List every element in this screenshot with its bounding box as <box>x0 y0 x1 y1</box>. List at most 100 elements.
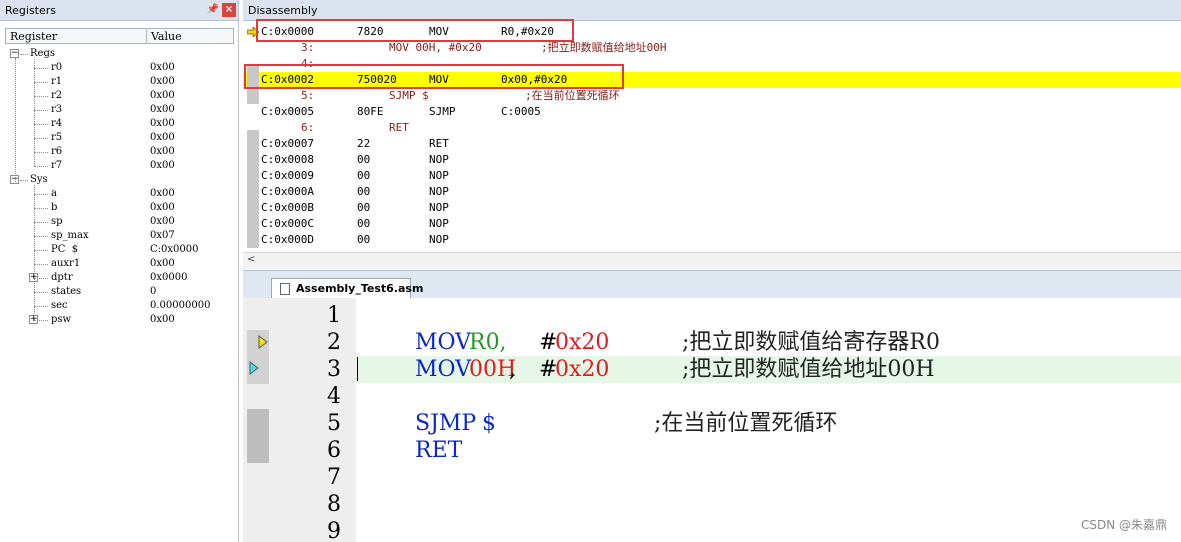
line-number: 2 <box>327 330 341 355</box>
register-column-header[interactable]: Register <box>10 30 57 43</box>
tree-connector <box>34 250 48 251</box>
register-value[interactable]: 0x00 <box>150 117 175 131</box>
tree-connector <box>34 138 48 139</box>
tree-connector <box>34 278 48 279</box>
tab-label: Assembly_Test6.asm <box>296 282 424 295</box>
register-value[interactable]: 0x00 <box>150 215 175 229</box>
code-text: , <box>509 357 516 382</box>
code-line-6[interactable]: RET <box>356 437 1181 464</box>
disassembly-source-row[interactable]: 3: MOV 00H, #0x20 ;把立即数赋值给地址00H <box>243 40 1181 56</box>
disassembly-source-row[interactable]: 5: SJMP $ ;在当前位置死循环 <box>243 88 1181 104</box>
instruction-bytes: 80FE <box>357 105 384 118</box>
register-name: states <box>51 286 82 297</box>
register-value[interactable]: 0x00 <box>150 61 175 75</box>
instruction-bytes: 00 <box>357 169 371 182</box>
code-line-5[interactable]: SJMP $ ;在当前位置死循环 <box>356 410 1181 437</box>
disassembly-instruction-row[interactable]: C:0x000D 00 NOP <box>243 232 1181 248</box>
register-name: r0 <box>51 62 63 73</box>
line-number: 4 <box>327 384 341 409</box>
instruction-bytes: 00 <box>357 233 371 246</box>
source-line-comment: ;在当前位置死循环 <box>525 89 620 102</box>
instruction-mnemonic: NOP <box>429 153 449 166</box>
tree-connector <box>34 306 48 307</box>
register-value[interactable]: 0 <box>150 285 156 299</box>
highlight-box-instruction-1 <box>256 19 574 42</box>
register-name: psw <box>51 314 72 325</box>
code-line-7[interactable] <box>356 464 1181 491</box>
disassembly-horizontal-scrollbar[interactable]: < <box>243 252 1181 269</box>
disassembly-instruction-row[interactable]: C:0x000A 00 NOP <box>243 184 1181 200</box>
source-line-number: 5: <box>301 89 315 102</box>
instruction-address: C:0x0008 <box>261 153 314 166</box>
code-editor[interactable]: MOV R0, #0x20 ;把立即数赋值给寄存器R0 MOV 00H, #0x20 ;把立即… <box>243 298 1181 542</box>
register-value[interactable]: 0x00 <box>150 187 175 201</box>
disassembly-instruction-row[interactable]: C:0x000B 00 NOP <box>243 200 1181 216</box>
close-icon[interactable]: × <box>222 3 236 17</box>
register-name: sp <box>51 216 63 227</box>
register-value[interactable]: 0x00 <box>150 159 175 173</box>
code-keyword: $ <box>482 411 496 436</box>
register-value[interactable]: 0x00 <box>150 103 175 117</box>
disassembly-instruction-row[interactable]: C:0x0007 22 RET <box>243 136 1181 152</box>
editor-tab-strip: Assembly_Test6.asm <box>243 270 1181 299</box>
tree-connector <box>34 110 48 111</box>
register-value[interactable]: 0x00 <box>150 145 175 159</box>
code-line-8[interactable] <box>356 491 1181 518</box>
disassembly-instruction-row[interactable]: C:0x0005 80FE SJMP C:0005 <box>243 104 1181 120</box>
collapse-toggle-icon[interactable]: − <box>10 49 19 58</box>
register-value[interactable]: 0x00 <box>150 257 175 271</box>
code-line-1[interactable] <box>356 302 1181 329</box>
code-line-2[interactable]: MOV R0, #0x20 ;把立即数赋值给寄存器R0 <box>356 329 1181 356</box>
tree-connector <box>34 68 48 69</box>
line-number: 6 <box>327 438 341 463</box>
disassembly-instruction-row[interactable]: C:0x0008 00 NOP <box>243 152 1181 168</box>
tree-connector <box>34 320 48 321</box>
disassembly-pane: Disassembly C:0x0000 7820 MOV R0,#0x20 3: MOV… <box>243 0 1181 270</box>
tree-connector <box>34 166 48 167</box>
pin-icon[interactable]: 📌 <box>206 2 220 17</box>
code-keyword: RET <box>415 438 463 463</box>
tree-connector <box>34 59 35 166</box>
register-name: r6 <box>51 146 63 157</box>
register-value[interactable]: 0x00 <box>150 201 175 215</box>
code-line-3[interactable]: MOV 00H, #0x20 ;把立即数赋值给地址00H <box>356 356 1181 383</box>
source-line-comment: ;把立即数赋值给地址00H <box>541 41 667 54</box>
disassembly-instruction-row[interactable]: C:0x0009 00 NOP <box>243 168 1181 184</box>
tree-connector <box>34 152 48 153</box>
registers-column-header: Register Value <box>5 28 234 44</box>
instruction-address: C:0x000A <box>261 185 314 198</box>
disassembly-instruction-row[interactable]: C:0x000C 00 NOP <box>243 216 1181 232</box>
register-name: r7 <box>51 160 63 171</box>
tree-connector <box>34 236 48 237</box>
code-line-9[interactable] <box>356 518 1181 542</box>
register-value[interactable]: C:0x0000 <box>150 243 198 257</box>
code-keyword: MOV <box>415 330 472 355</box>
register-name: r3 <box>51 104 63 115</box>
instruction-bytes: 22 <box>357 137 371 150</box>
value-column-header[interactable]: Value <box>151 30 182 43</box>
source-line-number: 6: <box>301 121 315 134</box>
instruction-address: C:0x000D <box>261 233 314 246</box>
disassembly-pane-title: Disassembly <box>248 4 318 17</box>
disassembly-source-row[interactable]: 6: RET <box>243 120 1181 136</box>
code-line-4[interactable] <box>356 383 1181 410</box>
line-number: 3 <box>327 357 341 382</box>
column-divider[interactable] <box>146 29 147 43</box>
register-value[interactable]: 0x07 <box>150 229 175 243</box>
register-name: r5 <box>51 132 63 143</box>
tree-connector <box>34 96 48 97</box>
register-value[interactable]: 0x00 <box>150 131 175 145</box>
register-group-sys[interactable]: − Sys <box>0 173 236 187</box>
register-name: r2 <box>51 90 63 101</box>
register-value[interactable]: 0x0000 <box>150 271 187 285</box>
text-caret <box>357 357 358 381</box>
scroll-left-icon[interactable]: < <box>247 254 255 265</box>
register-value[interactable]: 0.00000000 <box>150 299 210 313</box>
register-value[interactable]: 0x00 <box>150 89 175 103</box>
tab-assembly-test6[interactable]: Assembly_Test6.asm <box>271 278 423 299</box>
register-group-regs[interactable]: − Regs <box>0 47 236 61</box>
code-number: 0x20 <box>555 357 610 382</box>
register-value[interactable]: 0x00 <box>150 313 175 327</box>
instruction-mnemonic: RET <box>429 137 449 150</box>
register-value[interactable]: 0x00 <box>150 75 175 89</box>
